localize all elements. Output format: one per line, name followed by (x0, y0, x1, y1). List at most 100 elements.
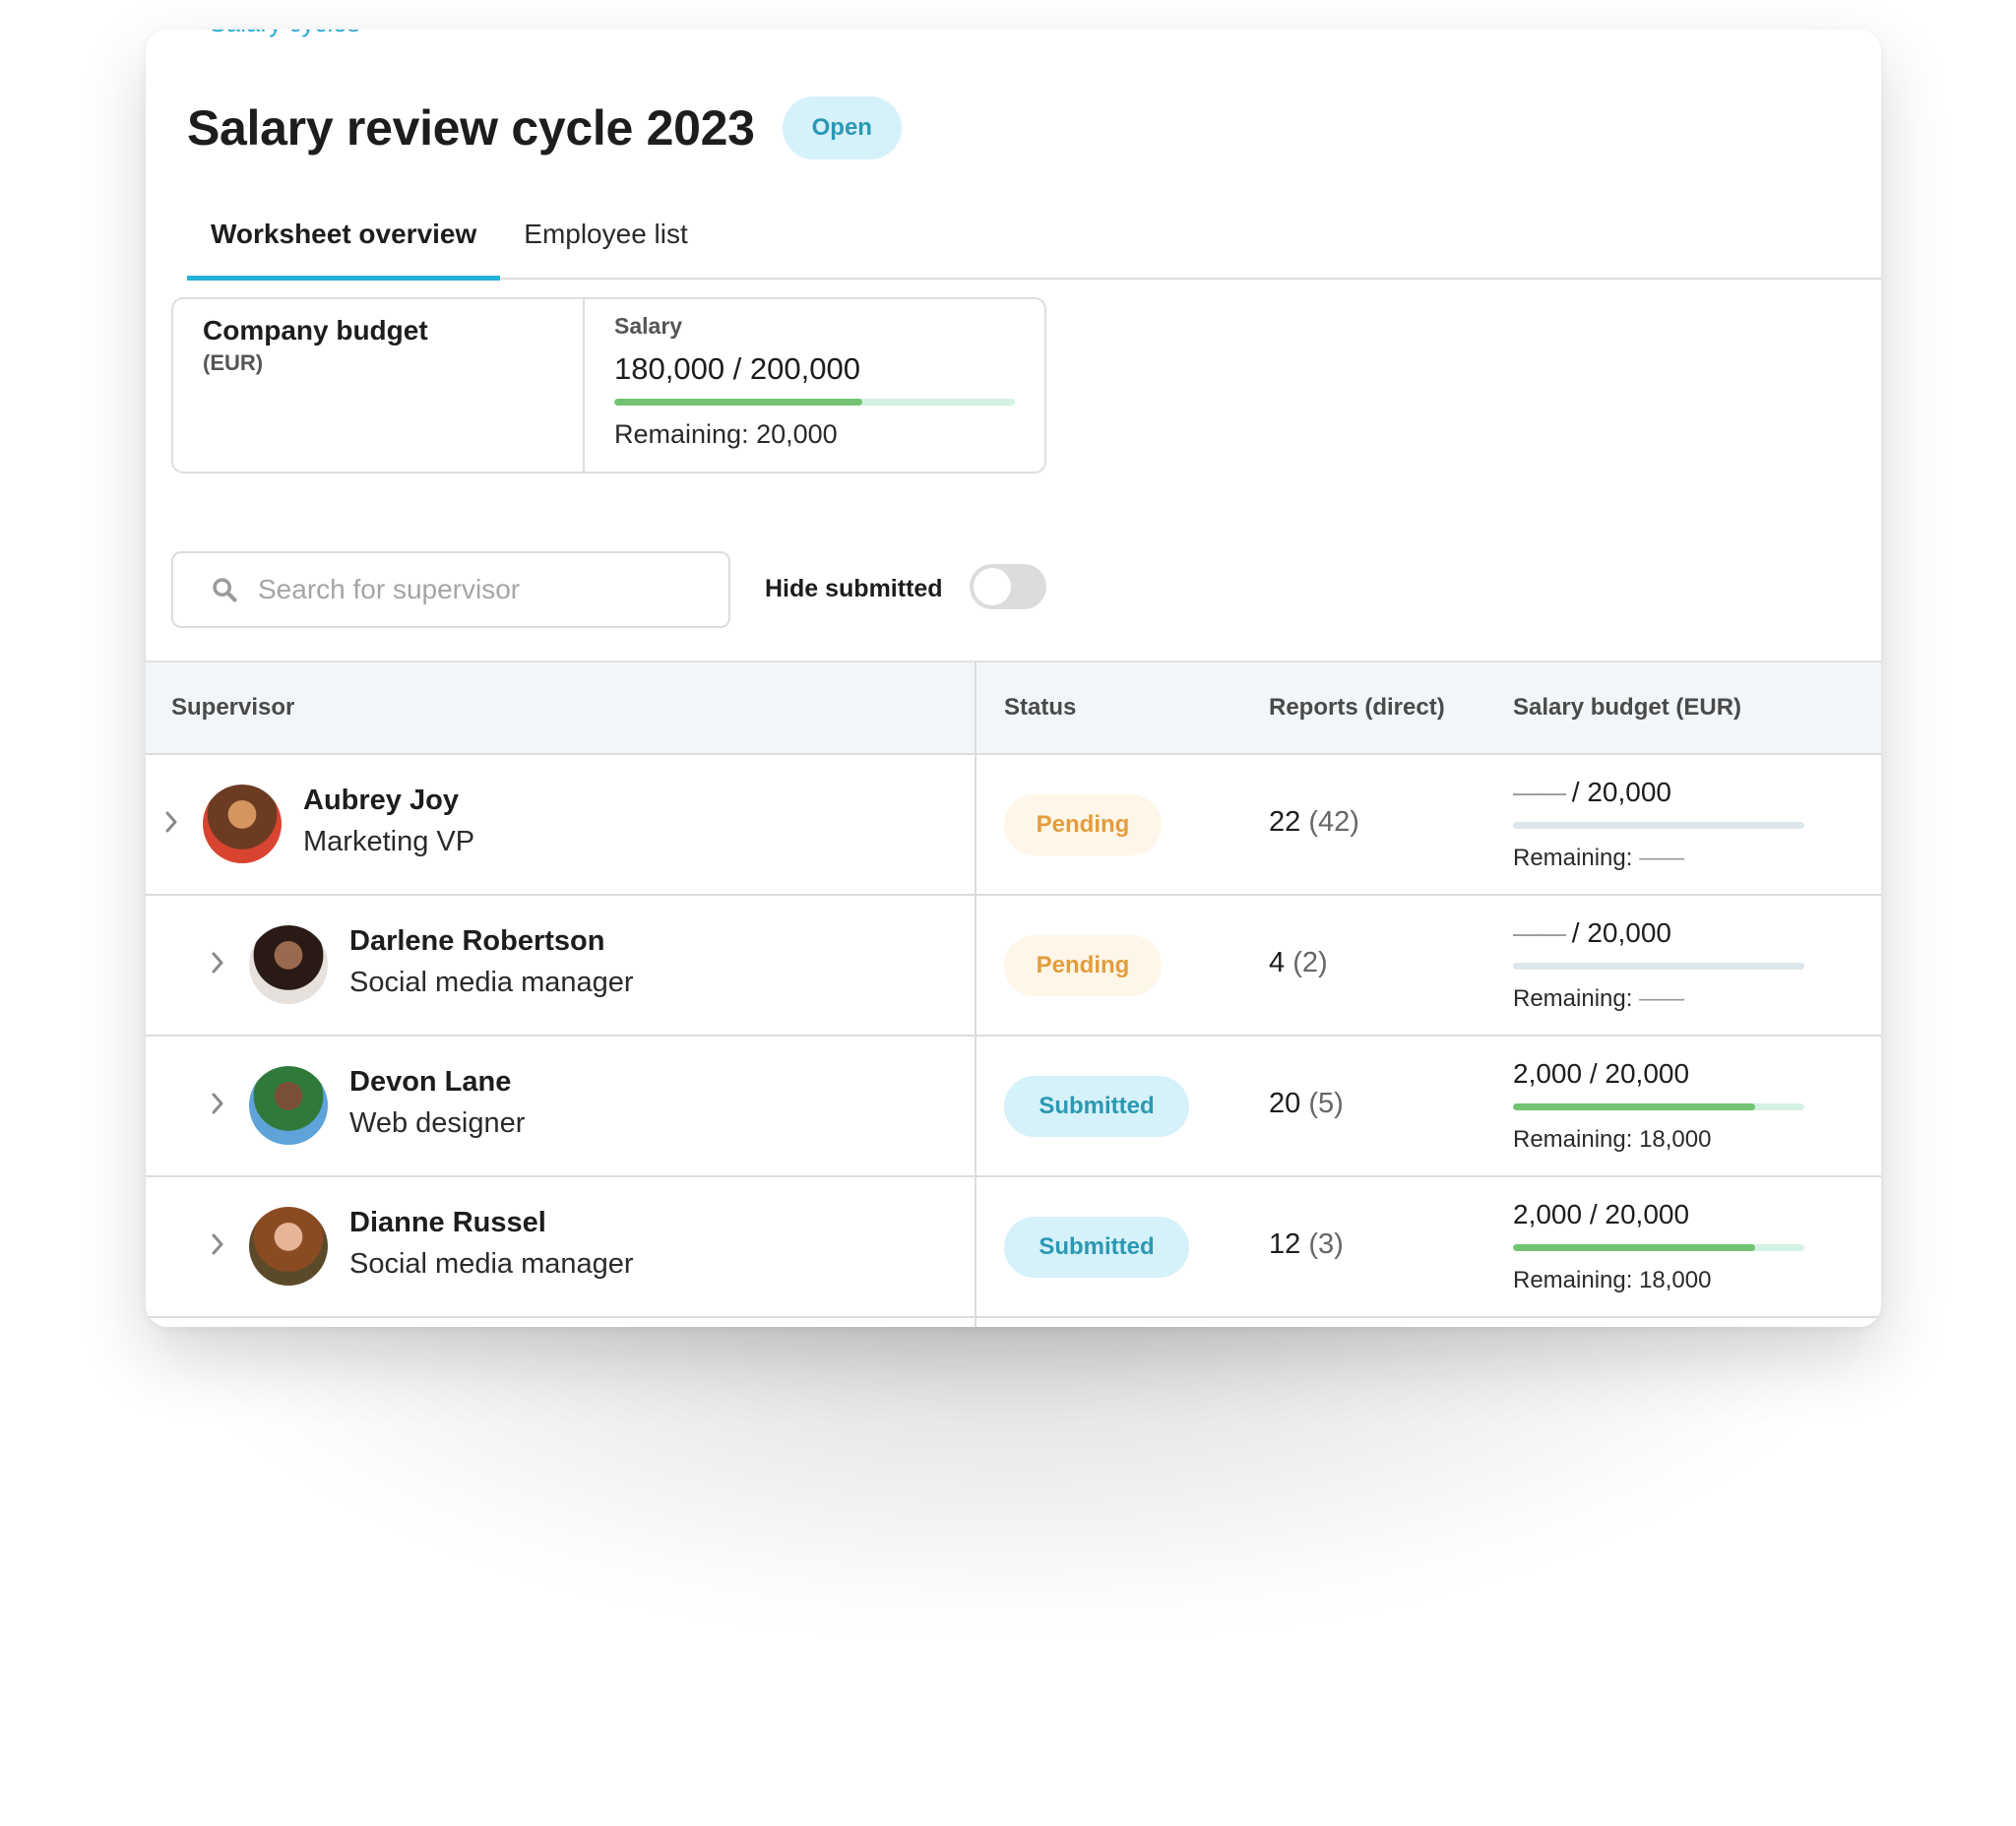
chevron-right-icon[interactable] (164, 810, 178, 834)
reports-count: 4 (2) (1269, 947, 1328, 979)
table-row[interactable]: Dianne Russel Social media manager Submi… (146, 1177, 1881, 1318)
budget-total: / 20,000 (1564, 777, 1671, 807)
remaining-value: 18,000 (1639, 1267, 1712, 1293)
remaining-value: —— (1639, 845, 1684, 871)
search-icon (213, 578, 237, 602)
tab-bar: Worksheet overview Employee list (187, 207, 1881, 281)
cycle-status-badge: Open (782, 96, 902, 159)
salary-label: Salary (614, 313, 683, 339)
avatar (249, 1207, 328, 1286)
salary-budget-cell: 2,000 / 20,000 Remaining: 18,000 (1513, 1058, 1804, 1154)
budget-used: —— (1513, 917, 1566, 948)
hide-submitted-toggle[interactable] (970, 564, 1046, 609)
breadcrumb-link[interactable]: < Salary cycles (187, 30, 360, 38)
chevron-right-icon[interactable] (211, 1092, 224, 1115)
company-salary-budget: Salary 180,000 / 200,000 Remaining: 20,0… (585, 299, 1044, 472)
salary-budget-progress-fill (614, 399, 863, 406)
reports-count: 20 (5) (1269, 1088, 1344, 1120)
supervisor-name[interactable]: Devon Lane (349, 1066, 511, 1099)
status-badge: Submitted (1004, 1217, 1189, 1278)
salary-budget-progress-fill (1513, 1244, 1755, 1251)
column-header-status[interactable]: Status (1004, 694, 1076, 722)
salary-budget-remaining: Remaining: 18,000 (1513, 1126, 1804, 1154)
salary-budget-cell: —— / 20,000 Remaining: —— (1513, 917, 1804, 1013)
salary-budget-progress-bar (614, 399, 1015, 406)
table-row[interactable]: Aubrey Joy Marketing VP Pending 22 (42) … (146, 755, 1881, 896)
reports-count: 22 (42) (1269, 806, 1359, 839)
reports-direct: (3) (1308, 1228, 1344, 1260)
chevron-right-icon[interactable] (211, 1232, 224, 1256)
company-budget-title: Company budget (203, 315, 428, 346)
salary-budget-progress-bar (1513, 822, 1804, 829)
status-badge: Submitted (1004, 1076, 1189, 1137)
supervisor-role: Social media manager (349, 1248, 634, 1280)
salary-budget-value: —— / 20,000 (1513, 777, 1804, 808)
tab-employee-list[interactable]: Employee list (500, 207, 712, 276)
remaining-label: Remaining: (1513, 1126, 1640, 1153)
title-row: Salary review cycle 2023 Open (187, 96, 902, 159)
reports-total: 4 (1269, 947, 1286, 978)
remaining-label: Remaining: (1513, 985, 1640, 1012)
column-divider (975, 661, 976, 1327)
salary-budget-remaining: Remaining: 18,000 (1513, 1267, 1804, 1294)
salary-budget-value: 2,000 / 20,000 (1513, 1058, 1804, 1090)
page-title: Salary review cycle 2023 (187, 100, 755, 156)
salary-budget-cell: 2,000 / 20,000 Remaining: 18,000 (1513, 1199, 1804, 1294)
status-badge: Pending (1004, 794, 1162, 855)
remaining-label: Remaining: (1513, 1267, 1640, 1293)
supervisor-search-input[interactable] (256, 573, 693, 606)
supervisor-name[interactable]: Darlene Robertson (349, 925, 604, 958)
supervisor-table: Supervisor Status Reports (direct) Salar… (146, 661, 1881, 1318)
tab-worksheet-overview[interactable]: Worksheet overview (187, 207, 501, 281)
reports-direct: (5) (1308, 1088, 1344, 1119)
supervisor-name[interactable]: Dianne Russel (349, 1207, 546, 1239)
company-budget-heading: Company budget (EUR) (173, 299, 585, 472)
supervisor-search-field[interactable] (171, 551, 730, 628)
status-badge: Pending (1004, 935, 1162, 996)
salary-budget-remaining: Remaining: —— (1513, 985, 1804, 1013)
salary-budget-progress-bar (1513, 963, 1804, 970)
reports-direct: (2) (1292, 947, 1328, 978)
table-header: Supervisor Status Reports (direct) Salar… (146, 661, 1881, 755)
reports-total: 22 (1269, 806, 1301, 838)
salary-budget-remaining: Remaining: 20,000 (614, 419, 838, 449)
remaining-label: Remaining: (1513, 845, 1640, 871)
salary-budget-progress-bar (1513, 1244, 1804, 1251)
salary-budget-progress-bar (1513, 1103, 1804, 1110)
budget-total: / 20,000 (1582, 1199, 1690, 1229)
budget-used: 2,000 (1513, 1058, 1583, 1089)
table-body: Aubrey Joy Marketing VP Pending 22 (42) … (146, 755, 1881, 1318)
budget-total: / 20,000 (1582, 1058, 1690, 1089)
salary-budget-value: —— / 20,000 (1513, 917, 1804, 949)
budget-total: / 20,000 (1564, 917, 1671, 948)
table-row[interactable]: Devon Lane Web designer Submitted 20 (5)… (146, 1037, 1881, 1177)
salary-budget-value: 2,000 / 20,000 (1513, 1199, 1804, 1230)
column-header-salary-budget[interactable]: Salary budget (EUR) (1513, 694, 1741, 722)
remaining-value: —— (1639, 985, 1684, 1012)
avatar (203, 785, 282, 863)
supervisor-role: Web designer (349, 1107, 526, 1139)
toggle-knob (974, 568, 1011, 605)
supervisor-role: Marketing VP (303, 826, 475, 857)
salary-budget-value: 180,000 / 200,000 (614, 351, 860, 386)
company-budget-card: Company budget (EUR) Salary 180,000 / 20… (171, 297, 1046, 473)
reports-direct: (42) (1308, 806, 1359, 838)
reports-total: 20 (1269, 1088, 1301, 1119)
table-row[interactable]: Darlene Robertson Social media manager P… (146, 896, 1881, 1037)
budget-used: —— (1513, 777, 1566, 807)
supervisor-name[interactable]: Aubrey Joy (303, 785, 459, 817)
remaining-value: 18,000 (1639, 1126, 1712, 1153)
column-header-reports[interactable]: Reports (direct) (1269, 694, 1445, 722)
company-budget-currency: (EUR) (203, 350, 264, 375)
reports-total: 12 (1269, 1228, 1301, 1260)
salary-review-panel: < Salary cycles Salary review cycle 2023… (146, 30, 1881, 1327)
column-header-supervisor[interactable]: Supervisor (171, 694, 294, 722)
supervisor-role: Social media manager (349, 967, 634, 998)
salary-budget-progress-fill (1513, 1103, 1755, 1110)
reports-count: 12 (3) (1269, 1228, 1344, 1261)
salary-budget-remaining: Remaining: —— (1513, 845, 1804, 872)
chevron-right-icon[interactable] (211, 951, 224, 975)
salary-budget-cell: —— / 20,000 Remaining: —— (1513, 777, 1804, 872)
avatar (249, 925, 328, 1004)
budget-used: 2,000 (1513, 1199, 1583, 1229)
